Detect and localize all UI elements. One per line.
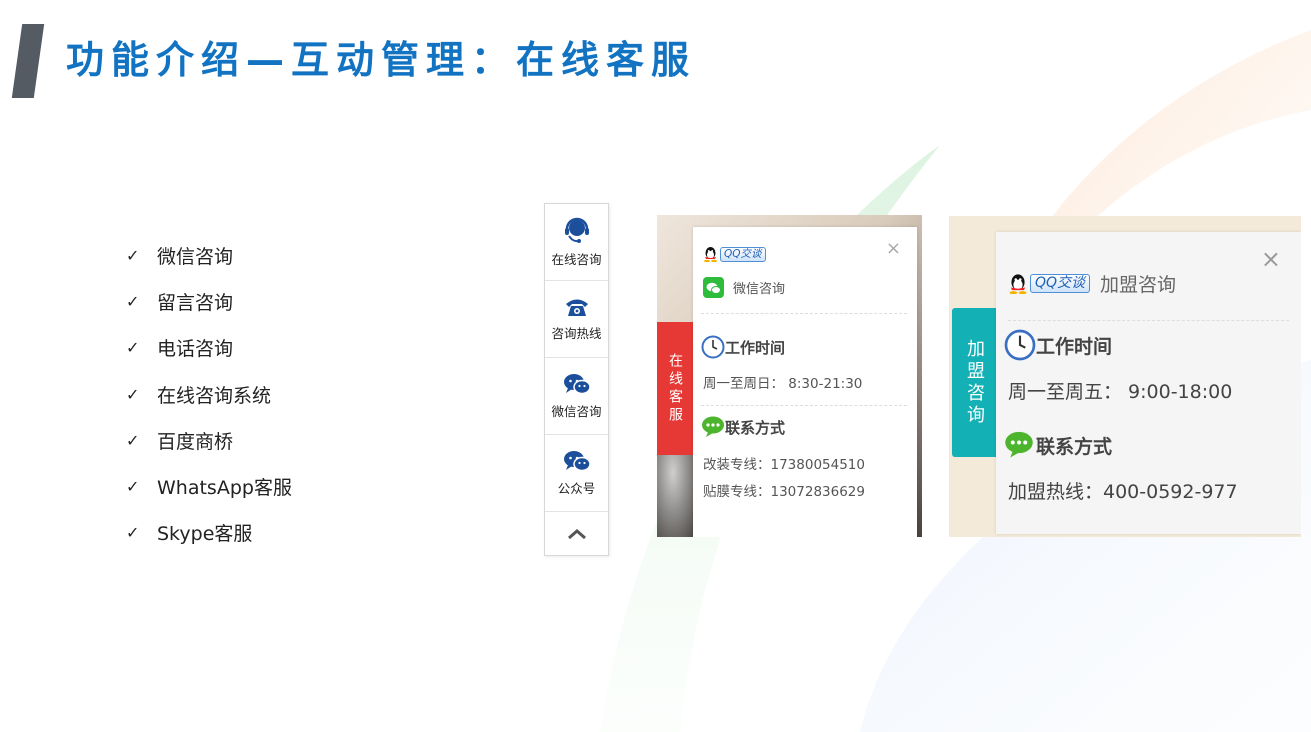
online-service-tab[interactable]: 在线客服	[657, 322, 693, 455]
contact-line: 加盟热线：400-0592-977	[1008, 481, 1238, 503]
service-sidebar: 在线咨询 咨询热线 微信咨询 公众号	[544, 203, 609, 556]
feature-label: Skype客服	[157, 523, 253, 546]
work-time-text: 周一至周五： 9:00-18:00	[1008, 381, 1233, 403]
sidebar-item-hotline[interactable]: 咨询热线	[545, 281, 608, 358]
feature-label: WhatsApp客服	[157, 477, 292, 500]
franchise-consult-tab[interactable]: 加盟咨询	[952, 308, 996, 457]
work-time-title: 工作时间	[725, 338, 786, 357]
feature-item: ✓ 电话咨询	[126, 325, 292, 371]
sidebar-item-official-account[interactable]: 公众号	[545, 435, 608, 512]
clock-icon	[1004, 329, 1036, 361]
qq-chat-button[interactable]: QQ交谈 加盟咨询	[1008, 270, 1176, 297]
close-icon[interactable]: ×	[1261, 247, 1281, 271]
wechat-consult-label: 微信咨询	[733, 282, 786, 297]
work-time-heading: 工作时间	[1004, 329, 1112, 361]
wechat-consult-button[interactable]: 微信咨询	[703, 277, 785, 298]
contact-heading: 联系方式	[701, 416, 785, 438]
sidebar-item-label: 咨询热线	[551, 326, 602, 341]
service-card: × QQ交谈 加盟咨询 工作时间 周一至周五： 9:00-18:00 联系方式 …	[996, 232, 1301, 534]
chevron-up-icon	[567, 528, 586, 539]
wechat-icon	[563, 374, 591, 395]
contact-line: 贴膜专线：13072836629	[703, 484, 865, 500]
qq-chat-label: QQ交谈	[1030, 274, 1091, 293]
qq-chat-label: QQ交谈	[720, 246, 766, 262]
sidebar-item-label: 微信咨询	[551, 404, 602, 419]
sidebar-item-wechat-consult[interactable]: 微信咨询	[545, 358, 608, 435]
feature-item: ✓ 在线咨询系统	[126, 371, 292, 417]
work-time-title: 工作时间	[1036, 335, 1113, 358]
back-to-top-button[interactable]	[545, 512, 608, 555]
feature-label: 百度商桥	[157, 430, 234, 453]
work-time-heading: 工作时间	[701, 335, 785, 359]
feature-item: ✓ WhatsApp客服	[126, 463, 292, 509]
wechat-icon	[703, 277, 724, 298]
feature-label: 在线咨询系统	[157, 384, 272, 407]
close-icon[interactable]: ×	[886, 240, 901, 258]
feature-item: ✓ Skype客服	[126, 510, 292, 556]
sidebar-item-label: 在线咨询	[551, 252, 602, 267]
wechat-icon	[563, 451, 591, 472]
contact-title: 联系方式	[1036, 435, 1113, 458]
clock-icon	[701, 335, 725, 359]
phone-icon	[565, 299, 588, 316]
divider	[701, 405, 907, 406]
qq-chat-button[interactable]: QQ交谈	[703, 246, 766, 262]
check-icon: ✓	[126, 384, 140, 404]
divider	[701, 313, 907, 314]
check-icon: ✓	[126, 245, 140, 265]
feature-item: ✓ 留言咨询	[126, 278, 292, 324]
feature-item: ✓ 微信咨询	[126, 232, 292, 278]
online-service-panel: 在线客服 × QQ交谈 微信咨询 工作时间 周一至周日： 8:30-21:30 …	[657, 215, 922, 537]
divider	[1008, 320, 1289, 321]
feature-label: 微信咨询	[157, 245, 234, 268]
check-icon: ✓	[126, 477, 140, 497]
service-card: × QQ交谈 微信咨询 工作时间 周一至周日： 8:30-21:30 联系方式 …	[693, 227, 917, 537]
check-icon: ✓	[126, 523, 140, 543]
headset-icon	[564, 217, 589, 243]
chat-bubble-icon	[1005, 431, 1033, 458]
contact-line: 改装专线：17380054510	[703, 457, 865, 473]
qq-penguin-icon	[1009, 274, 1027, 294]
sidebar-item-label: 公众号	[557, 481, 596, 496]
feature-item: ✓ 百度商桥	[126, 417, 292, 463]
check-icon: ✓	[126, 338, 140, 358]
chat-bubble-icon	[702, 416, 724, 437]
franchise-service-panel: 加盟咨询 × QQ交谈 加盟咨询 工作时间 周一至周五： 9:00-18:00	[949, 216, 1301, 537]
qq-penguin-icon	[704, 247, 717, 262]
check-icon: ✓	[126, 291, 140, 311]
qq-contact-name: 加盟咨询	[1100, 274, 1177, 296]
feature-label: 留言咨询	[157, 291, 234, 314]
contact-title: 联系方式	[725, 418, 786, 437]
check-icon: ✓	[126, 430, 140, 450]
work-time-text: 周一至周日： 8:30-21:30	[703, 376, 863, 392]
feature-list: ✓ 微信咨询 ✓ 留言咨询 ✓ 电话咨询 ✓ 在线咨询系统 ✓ 百度商桥 ✓ WhatsAp…	[126, 232, 292, 556]
contact-heading: 联系方式	[1004, 431, 1112, 459]
page-title: 功能介绍—互动管理：在线客服	[66, 38, 697, 82]
feature-label: 电话咨询	[157, 338, 234, 361]
sidebar-item-online-consult[interactable]: 在线咨询	[545, 204, 608, 281]
